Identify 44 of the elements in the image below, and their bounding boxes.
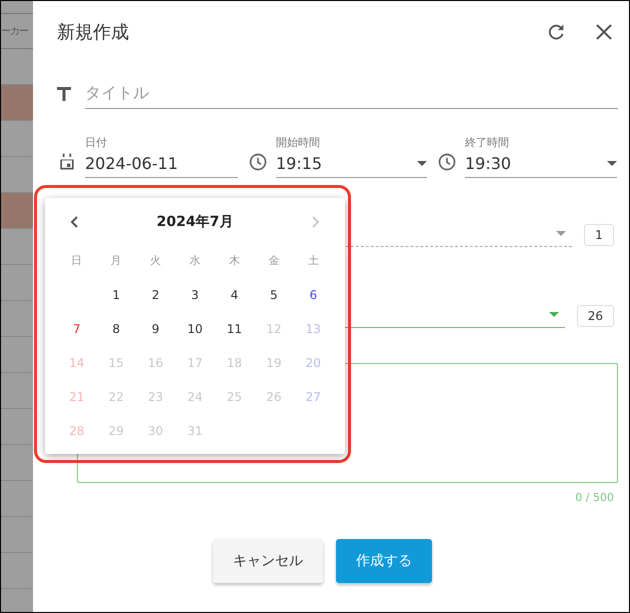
calendar-day[interactable]: 1 [96,278,136,312]
calendar-day[interactable]: 7 [57,312,96,346]
count-box: 1 [584,224,614,246]
clock-icon [437,152,457,172]
calendar-day[interactable]: 10 [175,312,215,346]
cancel-button[interactable]: キャンセル [213,539,323,583]
calendar-day: 27 [294,380,333,414]
count-box: 26 [576,304,614,326]
weekday-label: 土 [306,253,320,269]
weekday-label: 火 [149,253,162,269]
caret-icon [556,231,566,237]
clock-icon [248,152,268,172]
background-text: ーカー [1,13,33,49]
caret-icon [417,160,427,166]
end-time[interactable]: 終了時間 19:30 [465,135,617,178]
weekday-label: 水 [188,253,202,269]
text-format-icon [57,87,71,101]
calendar-day: 20 [294,346,333,380]
caret-icon [607,160,617,166]
caret-icon [548,312,559,318]
table-row [1,85,33,121]
start-time[interactable]: 開始時間 19:15 [276,135,427,178]
dialog-title: 新規作成 [57,21,130,44]
date-field[interactable]: 日付 2024-06-11 [85,135,238,178]
calendar-day: 13 [294,312,333,346]
calendar-day[interactable]: 3 [175,278,215,312]
calendar-day[interactable]: 4 [214,278,254,312]
weekday-label: 金 [267,253,280,269]
weekday-label: 日 [70,253,84,269]
calendar-day[interactable]: 2 [136,278,176,312]
calendar-day[interactable]: 11 [214,312,254,346]
calendar-day[interactable]: 6 [294,278,333,312]
calendar-day[interactable]: 8 [96,312,136,346]
char-counter: 0 / 500 [575,491,614,504]
month-title: 2024年7月 [156,213,234,231]
table-row [1,193,33,229]
calendar-day: 14 [57,346,96,380]
calendar-day[interactable]: 5 [254,278,294,312]
weekday-label: 月 [110,253,123,269]
calendar-day: 28 [57,414,96,448]
calendar-day: 21 [57,380,96,414]
weekday-label: 木 [228,253,241,269]
title-field[interactable]: タイトル [85,79,618,109]
calendar-day[interactable]: 9 [136,312,176,346]
